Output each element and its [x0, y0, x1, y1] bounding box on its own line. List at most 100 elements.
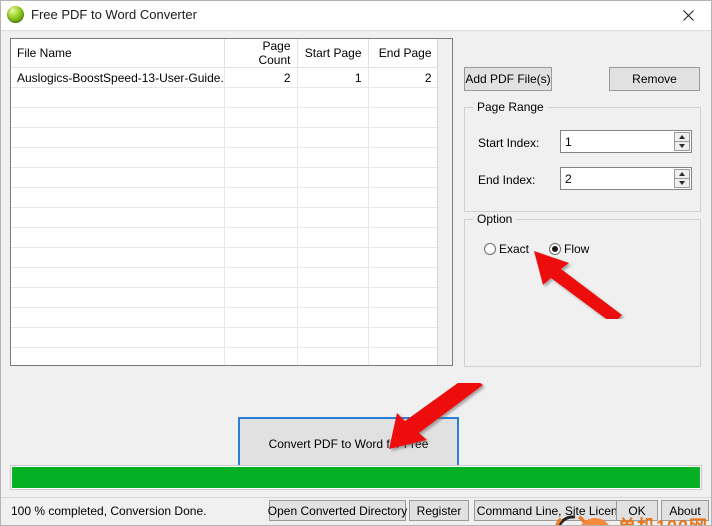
cell-empty: [368, 167, 439, 188]
close-button[interactable]: [666, 1, 711, 29]
radio-option-flow[interactable]: Flow: [549, 242, 589, 256]
cell-empty: [224, 107, 298, 128]
cell-empty: [11, 247, 225, 268]
cell-empty: [368, 327, 439, 348]
cell-empty: [224, 207, 298, 228]
end-index-decrement-button[interactable]: [674, 179, 690, 188]
option-radio-row: Exact Flow: [484, 242, 589, 256]
cell-empty: [224, 187, 298, 208]
window-title: Free PDF to Word Converter: [31, 7, 197, 22]
end-index-label: End Index:: [478, 173, 536, 187]
cell-empty: [11, 227, 225, 248]
cell-empty: [11, 187, 225, 208]
cell-empty: [11, 107, 225, 128]
cell-empty: [297, 87, 369, 108]
cell-empty: [297, 247, 369, 268]
cell-empty: [368, 347, 439, 365]
end-index-increment-button[interactable]: [674, 169, 690, 179]
cell-empty: [224, 87, 298, 108]
start-index-stepper[interactable]: [560, 130, 692, 153]
column-header-page-count[interactable]: Page Count: [224, 39, 298, 68]
table-row-empty: [11, 167, 439, 188]
page-range-group-title: Page Range: [473, 100, 548, 114]
status-message: 100 % completed, Conversion Done.: [11, 504, 207, 518]
table-row-empty: [11, 227, 439, 248]
cell-empty: [224, 147, 298, 168]
start-index-input[interactable]: [561, 131, 673, 152]
cell-start-page: 1: [297, 67, 369, 88]
end-index-input[interactable]: [561, 168, 673, 189]
cell-empty: [297, 267, 369, 288]
column-header-file-name[interactable]: File Name: [11, 39, 225, 68]
cell-empty: [224, 167, 298, 188]
start-index-spin-buttons: [674, 132, 690, 151]
command-line-site-license-button[interactable]: Command Line, Site License: [474, 500, 633, 521]
column-header-start-page[interactable]: Start Page: [297, 39, 369, 68]
cell-page-count: 2: [224, 67, 298, 88]
cell-empty: [368, 287, 439, 308]
end-index-stepper[interactable]: [560, 167, 692, 190]
triangle-up-icon: [679, 135, 685, 139]
cell-empty: [11, 147, 225, 168]
file-list-panel[interactable]: File Name Page Count Start Page End Page…: [10, 38, 453, 366]
table-row-empty: [11, 327, 439, 348]
cell-empty: [368, 227, 439, 248]
app-green-sphere-icon: [7, 6, 24, 23]
cell-empty: [224, 267, 298, 288]
table-row-empty: [11, 307, 439, 328]
cell-empty: [368, 87, 439, 108]
cell-empty: [11, 287, 225, 308]
table-row-empty: [11, 107, 439, 128]
cell-end-page: 2: [368, 67, 439, 88]
cell-empty: [297, 167, 369, 188]
cell-empty: [368, 127, 439, 148]
option-group: Option Exact Flow: [464, 212, 701, 367]
radio-exact-label: Exact: [499, 242, 530, 256]
app-window: Free PDF to Word Converter File Name Pag…: [0, 0, 712, 526]
cell-empty: [297, 327, 369, 348]
progress-bar-fill: [12, 467, 700, 488]
option-group-title: Option: [473, 212, 517, 226]
convert-pdf-to-word-button[interactable]: Convert PDF to Word for Free: [238, 417, 459, 471]
cell-empty: [297, 227, 369, 248]
page-range-group: Page Range Start Index: End Index:: [464, 100, 701, 212]
open-converted-directory-button[interactable]: Open Converted Directory: [268, 500, 407, 521]
table-row-empty: [11, 147, 439, 168]
remove-button[interactable]: Remove: [609, 67, 700, 91]
table-row-empty: [11, 287, 439, 308]
cell-empty: [368, 107, 439, 128]
cell-empty: [368, 247, 439, 268]
file-list-table: File Name Page Count Start Page End Page…: [11, 39, 439, 365]
cell-empty: [11, 167, 225, 188]
cell-empty: [297, 127, 369, 148]
cell-empty: [297, 307, 369, 328]
register-button[interactable]: Register: [409, 500, 469, 521]
client-area: File Name Page Count Start Page End Page…: [1, 30, 711, 525]
radio-exact-indicator-icon: [484, 243, 496, 255]
column-header-end-page[interactable]: End Page: [368, 39, 439, 68]
table-row-empty: [11, 127, 439, 148]
cell-empty: [297, 287, 369, 308]
status-bar: 100 % completed, Conversion Done. Open C…: [1, 497, 711, 525]
cell-empty: [368, 207, 439, 228]
radio-flow-label: Flow: [564, 242, 590, 256]
table-header-row: File Name Page Count Start Page End Page: [11, 39, 439, 68]
table-row-empty: [11, 87, 439, 108]
radio-option-exact[interactable]: Exact: [484, 242, 529, 256]
add-pdf-files-button[interactable]: Add PDF File(s): [464, 67, 552, 91]
start-index-decrement-button[interactable]: [674, 142, 690, 151]
cell-empty: [368, 187, 439, 208]
about-button[interactable]: About: [661, 500, 709, 521]
table-row[interactable]: Auslogics-BoostSpeed-13-User-Guide.pdf 2…: [11, 67, 439, 88]
table-row-empty: [11, 207, 439, 228]
cell-empty: [224, 307, 298, 328]
cell-empty: [368, 147, 439, 168]
file-list-scrollbar[interactable]: [437, 39, 452, 365]
cell-empty: [297, 107, 369, 128]
triangle-down-icon: [679, 181, 685, 185]
ok-button[interactable]: OK: [616, 500, 658, 521]
end-index-spin-buttons: [674, 169, 690, 188]
cell-empty: [224, 127, 298, 148]
start-index-increment-button[interactable]: [674, 132, 690, 142]
cell-empty: [11, 307, 225, 328]
